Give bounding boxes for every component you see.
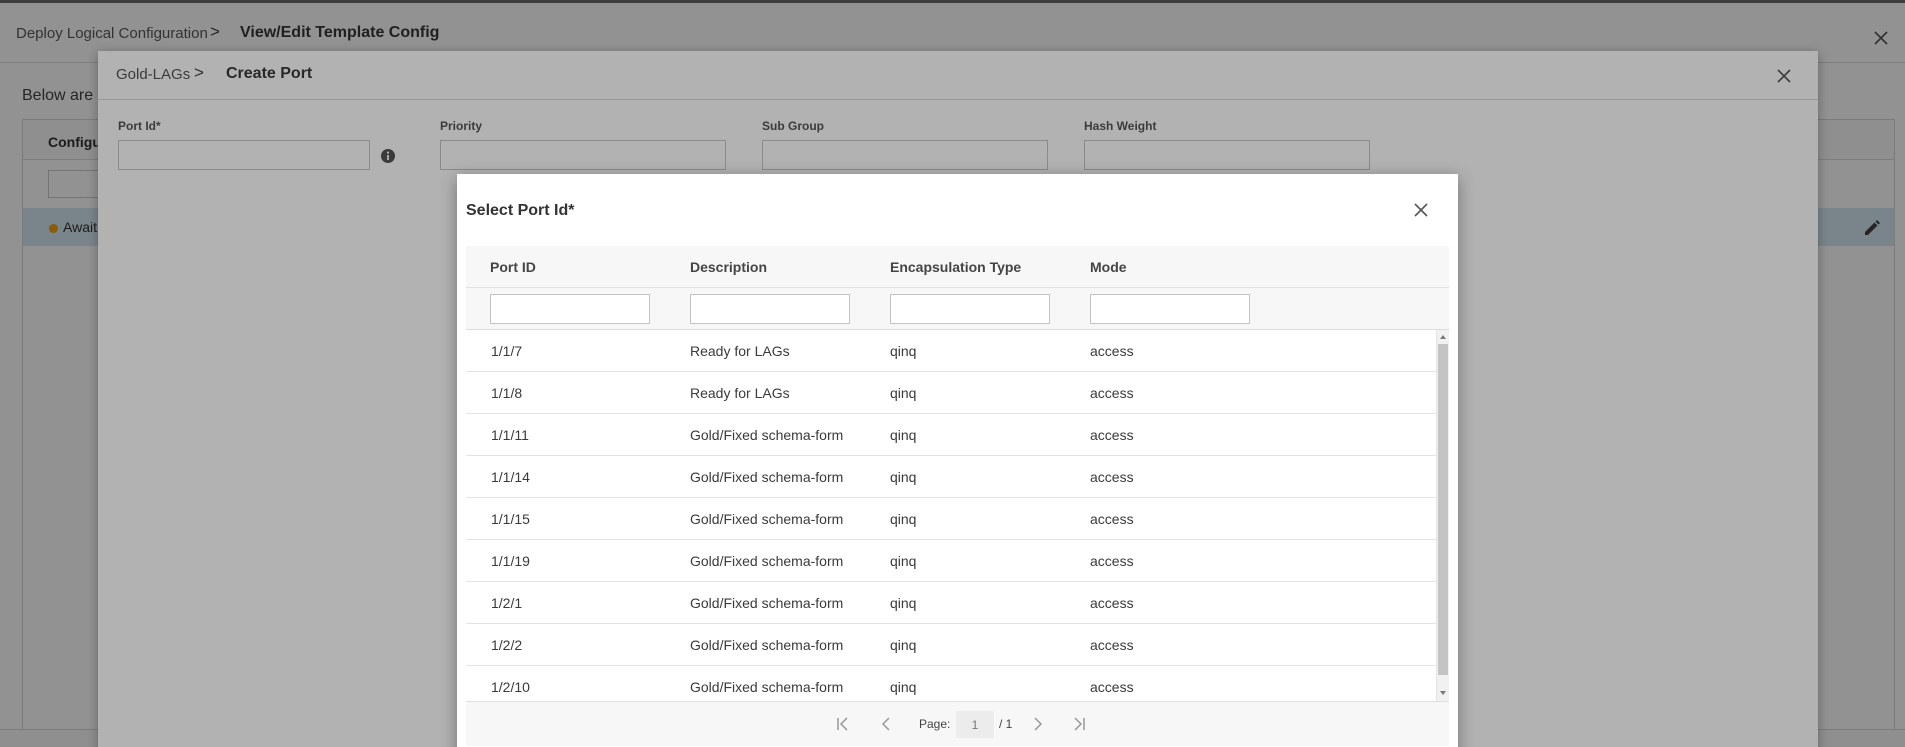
- last-page-icon[interactable]: [1069, 714, 1089, 734]
- cell-port-id: 1/2/2: [491, 637, 523, 653]
- cell-mode: access: [1090, 427, 1134, 443]
- cell-mode: access: [1090, 553, 1134, 569]
- page-total: / 1: [999, 717, 1013, 731]
- cell-encapsulation: qinq: [890, 679, 917, 695]
- scroll-down-icon[interactable]: [1440, 691, 1446, 695]
- next-page-icon[interactable]: [1028, 714, 1048, 734]
- cell-mode: access: [1090, 679, 1134, 695]
- cell-description: Gold/Fixed schema-form: [690, 637, 844, 653]
- cell-port-id: 1/1/14: [491, 469, 530, 485]
- table-row[interactable]: 1/1/11 Gold/Fixed schema-form qinq acces…: [466, 414, 1436, 456]
- cell-description: Gold/Fixed schema-form: [690, 511, 844, 527]
- cell-description: Ready for LAGs: [690, 343, 790, 359]
- cell-port-id: 1/2/10: [491, 679, 530, 695]
- cell-description: Gold/Fixed schema-form: [690, 553, 844, 569]
- pagination-bar: Page: / 1: [466, 701, 1449, 746]
- cell-port-id: 1/1/7: [491, 343, 523, 359]
- column-header-port-id[interactable]: Port ID: [490, 259, 536, 275]
- cell-encapsulation: qinq: [890, 385, 917, 401]
- close-icon[interactable]: [1410, 199, 1432, 221]
- table-row[interactable]: 1/1/14 Gold/Fixed schema-form qinq acces…: [466, 456, 1436, 498]
- cell-encapsulation: qinq: [890, 637, 917, 653]
- page-number-input[interactable]: [956, 711, 994, 738]
- port-grid-filter-row: [466, 288, 1449, 330]
- cell-mode: access: [1090, 343, 1134, 359]
- column-header-mode[interactable]: Mode: [1090, 259, 1127, 275]
- table-row[interactable]: 1/1/7 Ready for LAGs qinq access: [466, 330, 1436, 372]
- table-row[interactable]: 1/1/8 Ready for LAGs qinq access: [466, 372, 1436, 414]
- column-header-encapsulation-type[interactable]: Encapsulation Type: [890, 259, 1021, 275]
- table-row[interactable]: 1/1/19 Gold/Fixed schema-form qinq acces…: [466, 540, 1436, 582]
- cell-port-id: 1/2/1: [491, 595, 523, 611]
- port-id-filter-input[interactable]: [490, 294, 650, 324]
- cell-mode: access: [1090, 385, 1134, 401]
- vertical-scrollbar[interactable]: [1436, 330, 1449, 701]
- cell-description: Gold/Fixed schema-form: [690, 469, 844, 485]
- first-page-icon[interactable]: [833, 714, 853, 734]
- column-header-description[interactable]: Description: [690, 259, 767, 275]
- cell-port-id: 1/1/11: [491, 427, 529, 443]
- cell-description: Gold/Fixed schema-form: [690, 679, 844, 695]
- description-filter-input[interactable]: [690, 294, 850, 324]
- cell-mode: access: [1090, 511, 1134, 527]
- table-row[interactable]: 1/2/2 Gold/Fixed schema-form qinq access: [466, 624, 1436, 666]
- cell-encapsulation: qinq: [890, 343, 917, 359]
- port-grid-header: Port ID Description Encapsulation Type M…: [466, 246, 1449, 288]
- page-label: Page:: [919, 717, 951, 731]
- cell-description: Gold/Fixed schema-form: [690, 427, 844, 443]
- cell-encapsulation: qinq: [890, 427, 917, 443]
- cell-mode: access: [1090, 637, 1134, 653]
- scroll-up-icon[interactable]: [1440, 335, 1446, 339]
- table-row[interactable]: 1/2/1 Gold/Fixed schema-form qinq access: [466, 582, 1436, 624]
- cell-description: Gold/Fixed schema-form: [690, 595, 844, 611]
- cell-encapsulation: qinq: [890, 595, 917, 611]
- cell-mode: access: [1090, 469, 1134, 485]
- cell-encapsulation: qinq: [890, 511, 917, 527]
- scrollbar-thumb[interactable]: [1438, 344, 1448, 675]
- cell-port-id: 1/1/19: [491, 553, 530, 569]
- cell-mode: access: [1090, 595, 1134, 611]
- previous-page-icon[interactable]: [876, 714, 896, 734]
- cell-encapsulation: qinq: [890, 469, 917, 485]
- cell-description: Ready for LAGs: [690, 385, 790, 401]
- port-grid-body: 1/1/7 Ready for LAGs qinq access 1/1/8 R…: [466, 330, 1436, 701]
- mode-filter-input[interactable]: [1090, 294, 1250, 324]
- cell-port-id: 1/1/15: [491, 511, 530, 527]
- encapsulation-filter-input[interactable]: [890, 294, 1050, 324]
- table-row[interactable]: 1/1/15 Gold/Fixed schema-form qinq acces…: [466, 498, 1436, 540]
- cell-port-id: 1/1/8: [491, 385, 523, 401]
- select-port-dialog: Select Port Id* Port ID Description Enca…: [457, 174, 1458, 747]
- select-port-title: Select Port Id*: [466, 202, 575, 219]
- port-grid: Port ID Description Encapsulation Type M…: [466, 246, 1449, 701]
- cell-encapsulation: qinq: [890, 553, 917, 569]
- table-row[interactable]: 1/2/10 Gold/Fixed schema-form qinq acces…: [466, 666, 1436, 701]
